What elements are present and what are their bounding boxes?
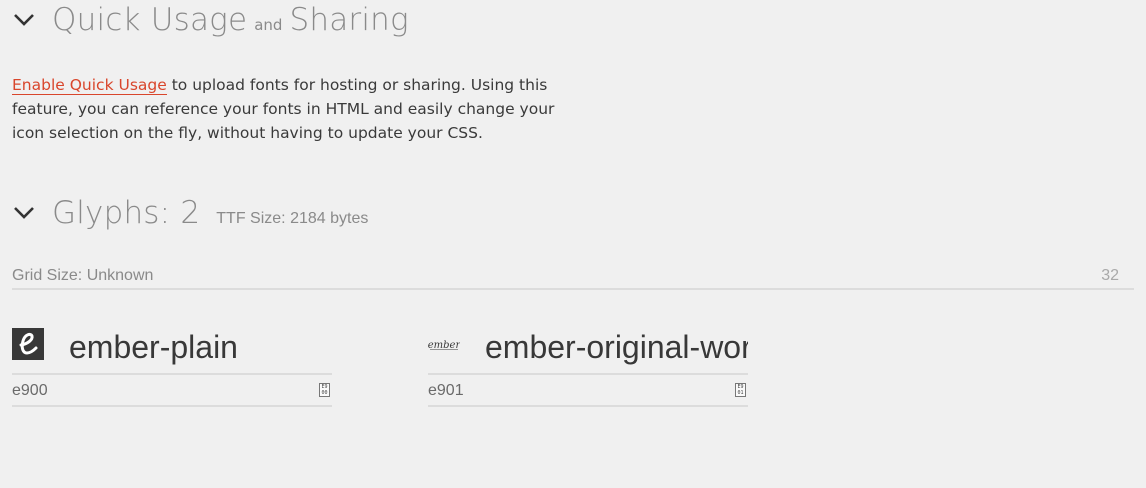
grid-size-label: Grid Size: Unknown bbox=[12, 267, 154, 284]
chevron-down-icon[interactable] bbox=[12, 201, 36, 225]
ember-plain-icon bbox=[12, 328, 44, 360]
glyph-card-bottom: e900 E9 00 bbox=[12, 375, 332, 407]
quick-usage-header[interactable]: Quick Usage and Sharing bbox=[12, 2, 409, 38]
page: Quick Usage and Sharing Enable Quick Usa… bbox=[0, 0, 1146, 488]
quick-usage-title: Quick Usage bbox=[52, 2, 248, 38]
glyph-name[interactable]: ember-original-wordmark bbox=[485, 327, 748, 367]
copy-glyph-icon[interactable]: E9 00 bbox=[319, 383, 330, 397]
glyph-card-top: ember ember-original-wordmark bbox=[428, 327, 748, 375]
quick-usage-title-and: and bbox=[254, 16, 283, 34]
glyph-card[interactable]: ember-plain e900 E9 00 bbox=[12, 327, 332, 407]
grid-size-row: Grid Size: Unknown 32 bbox=[12, 266, 1134, 290]
copy-glyph-icon[interactable]: E9 01 bbox=[735, 383, 746, 397]
glyph-card-top: ember-plain bbox=[12, 327, 332, 375]
quick-usage-description: Enable Quick Usage to upload fonts for h… bbox=[12, 73, 582, 145]
glyph-card-bottom: e901 E9 01 bbox=[428, 375, 748, 407]
quick-usage-title-sharing: Sharing bbox=[289, 2, 409, 38]
grid-size-value[interactable]: 32 bbox=[1101, 267, 1119, 285]
glyph-code[interactable]: e900 bbox=[12, 382, 48, 400]
glyph-name[interactable]: ember-plain bbox=[69, 327, 238, 367]
chevron-down-icon[interactable] bbox=[12, 8, 36, 32]
ember-wordmark-icon: ember bbox=[428, 328, 461, 360]
enable-quick-usage-link[interactable]: Enable Quick Usage bbox=[12, 76, 167, 95]
glyphs-header[interactable]: Glyphs: 2 TTF Size: 2184 bytes bbox=[12, 195, 368, 231]
ttf-size-label: TTF Size: 2184 bytes bbox=[216, 210, 369, 227]
glyph-card[interactable]: ember ember-original-wordmark e901 E901 bbox=[428, 327, 748, 407]
glyphs-count-title: Glyphs: 2 bbox=[52, 195, 201, 231]
glyph-code[interactable]: e901 bbox=[428, 382, 464, 400]
